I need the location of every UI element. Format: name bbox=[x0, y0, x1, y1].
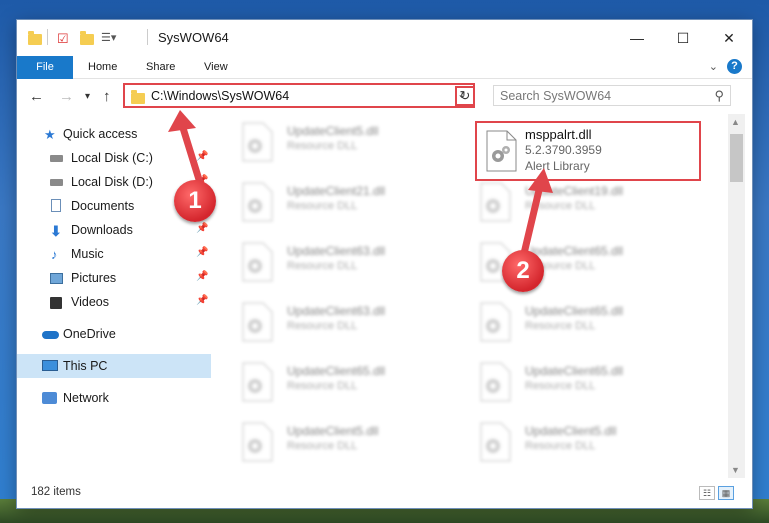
callout-badge-1: 1 bbox=[174, 180, 216, 222]
callout-arrows bbox=[168, 110, 553, 266]
callout-badge-2: 2 bbox=[502, 250, 544, 292]
